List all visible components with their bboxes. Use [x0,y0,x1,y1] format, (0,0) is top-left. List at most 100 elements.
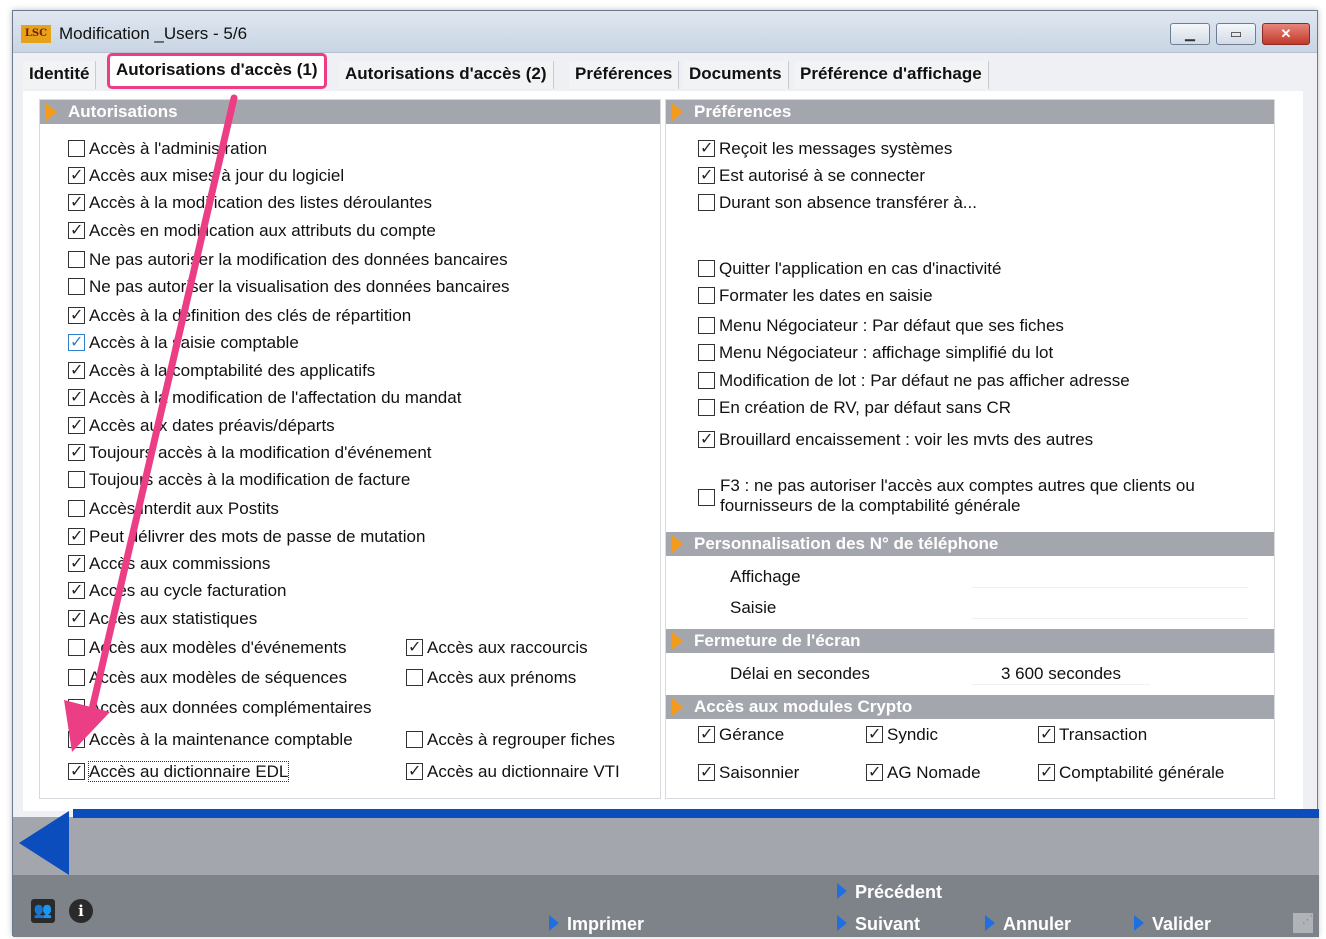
checkbox-acces-a-la-modification-de-l-affectation[interactable]: Accès à la modification de l'affectation… [68,386,461,409]
checkbox-acces-au-cycle-facturation[interactable]: Accès au cycle facturation [68,579,286,602]
checkbox-checked-icon[interactable] [698,164,715,186]
checkbox-unchecked-icon[interactable] [698,317,715,334]
minimize-button[interactable]: ▁ [1170,23,1210,45]
maximize-button[interactable]: ▭ [1216,23,1256,45]
checkbox-comptabilite-generale[interactable]: Comptabilité générale [1038,761,1224,784]
users-icon[interactable]: 👥 [31,899,55,923]
tab-documents[interactable]: Documents [683,61,789,89]
checkbox-toujours-acces-a-la-modification-de-fact[interactable]: Toujours accès à la modification de fact… [68,469,410,491]
checkbox-checked-icon[interactable] [866,761,883,783]
checkbox-saisonnier[interactable]: Saisonnier [698,761,799,784]
checkbox-checked-icon[interactable] [698,137,715,159]
checkbox-checked-icon[interactable] [866,723,883,745]
checkbox-unchecked-icon[interactable] [698,260,715,277]
checkbox-acces-a-la-modification-des-listes-derou[interactable]: Accès à la modification des listes dérou… [68,191,432,214]
checkbox-checked-icon[interactable] [68,607,85,629]
checkbox-checked-icon[interactable] [698,761,715,783]
checkbox-acces-aux-mises-a-jour-du-logiciel[interactable]: Accès aux mises à jour du logiciel [68,164,344,187]
checkbox-transaction[interactable]: Transaction [1038,723,1147,746]
checkbox-checked-icon[interactable] [68,164,85,186]
checkbox-checked-icon[interactable] [698,723,715,745]
resize-grip-icon[interactable]: ⋰ [1293,913,1313,933]
checkbox-acces-en-modification-aux-attributs-du-c[interactable]: Accès en modification aux attributs du c… [68,219,436,242]
checkbox-unchecked-icon[interactable] [68,669,85,686]
checkbox-checked-icon[interactable] [406,760,423,782]
checkbox-unchecked-icon[interactable] [68,140,85,157]
affichage-field[interactable] [972,566,1248,588]
checkbox-acces-aux-dates-preavis-departs[interactable]: Accès aux dates préavis/départs [68,414,335,437]
checkbox-brouillard-encaissement-voir-les-mvts-de[interactable]: Brouillard encaissement : voir les mvts … [698,428,1093,451]
checkbox-acces-aux-commissions[interactable]: Accès aux commissions [68,552,270,575]
checkbox-checked-icon[interactable] [68,331,85,353]
checkbox-ag-nomade[interactable]: AG Nomade [866,761,981,784]
checkbox-unchecked-icon[interactable] [68,278,85,295]
checkbox-ne-pas-autoriser-la-visualisation-des-do[interactable]: Ne pas autoriser la visualisation des do… [68,276,510,298]
checkbox-unchecked-icon[interactable] [68,639,85,656]
checkbox-acces-aux-modeles-d-evenements[interactable]: Accès aux modèles d'événements [68,637,346,659]
checkbox-toujours-acces-a-la-modification-d-evene[interactable]: Toujours accès à la modification d'événe… [68,441,432,464]
checkbox-acces-interdit-aux-postits[interactable]: Accès interdit aux Postits [68,498,279,520]
checkbox-unchecked-icon[interactable] [698,372,715,389]
checkbox-peut-delivrer-des-mots-de-passe-de-mutat[interactable]: Peut délivrer des mots de passe de mutat… [68,525,425,548]
checkbox-unchecked-icon[interactable] [698,399,715,416]
checkbox-quitter-l-application-en-cas-d-inactivit[interactable]: Quitter l'application en cas d'inactivit… [698,258,1001,280]
tab-preferences[interactable]: Préférences [569,61,680,89]
checkbox-acces-a-la-maintenance-comptable[interactable]: Accès à la maintenance comptable [68,729,353,751]
checkbox-acces-a-regrouper-fiches[interactable]: Accès à regrouper fiches [406,729,615,751]
checkbox-acces-au-dictionnaire-vti[interactable]: Accès au dictionnaire VTI [406,760,620,783]
checkbox-checked-icon[interactable] [698,428,715,450]
checkbox-checked-icon[interactable] [1038,723,1055,745]
checkbox[interactable] [698,489,715,506]
close-button[interactable]: ✕ [1262,23,1310,45]
checkbox-formater-les-dates-en-saisie[interactable]: Formater les dates en saisie [698,285,933,307]
checkbox-unchecked-icon[interactable] [68,500,85,517]
saisie-field[interactable] [972,597,1248,619]
checkbox-checked-icon[interactable] [68,219,85,241]
checkbox-gerance[interactable]: Gérance [698,723,784,746]
precedent-button[interactable]: Précédent [837,881,942,903]
checkbox-unchecked-icon[interactable] [406,669,423,686]
checkbox-menu-negociateur-affichage-simplifie-du-[interactable]: Menu Négociateur : affichage simplifié d… [698,342,1053,364]
checkbox-checked-icon[interactable] [68,441,85,463]
checkbox-modification-de-lot-par-defaut-ne-pas-af[interactable]: Modification de lot : Par défaut ne pas … [698,370,1130,392]
valider-button[interactable]: Valider [1134,913,1211,935]
checkbox-checked-icon[interactable] [68,191,85,213]
checkbox-acces-aux-raccourcis[interactable]: Accès aux raccourcis [406,636,588,659]
checkbox-acces-a-l-administration[interactable]: Accès à l'administration [68,138,267,160]
tab-identite[interactable]: Identité [23,61,97,89]
checkbox-en-creation-de-rv-par-defaut-sans-cr[interactable]: En création de RV, par défaut sans CR [698,397,1011,419]
checkbox-checked-icon[interactable] [1038,761,1055,783]
checkbox-checked-icon[interactable] [68,525,85,547]
checkbox-acces-a-la-comptabilite-des-applicatifs[interactable]: Accès à la comptabilité des applicatifs [68,359,375,382]
checkbox-acces-aux-modeles-de-sequences[interactable]: Accès aux modèles de séquences [68,667,347,689]
checkbox-unchecked-icon[interactable] [698,287,715,304]
annuler-button[interactable]: Annuler [985,913,1071,935]
checkbox-checked-icon[interactable] [68,386,85,408]
checkbox-checked-icon[interactable] [68,304,85,326]
imprimer-button[interactable]: Imprimer [549,913,644,935]
checkbox-checked-icon[interactable] [68,552,85,574]
checkbox-durant-son-absence-transferer-a[interactable]: Durant son absence transférer à... [698,192,977,214]
checkbox-unchecked-icon[interactable] [68,731,85,748]
checkbox-est-autorise-a-se-connecter[interactable]: Est autorisé à se connecter [698,164,925,187]
checkbox-acces-a-la-definition-des-cles-de-repart[interactable]: Accès à la définition des clés de répart… [68,304,411,327]
delai-field[interactable]: 3 600 secondes [972,663,1150,685]
checkbox-checked-icon[interactable] [68,760,85,782]
info-icon[interactable]: i [69,899,93,923]
checkbox-unchecked-icon[interactable] [406,731,423,748]
checkbox-menu-negociateur-par-defaut-que-ses-fich[interactable]: Menu Négociateur : Par défaut que ses fi… [698,315,1064,337]
checkbox-acces-aux-prenoms[interactable]: Accès aux prénoms [406,667,576,689]
checkbox-unchecked-icon[interactable] [68,471,85,488]
checkbox-checked-icon[interactable] [406,636,423,658]
tab-preference-affichage[interactable]: Préférence d'affichage [794,61,989,89]
checkbox-checked-icon[interactable] [68,414,85,436]
suivant-button[interactable]: Suivant [837,913,920,935]
checkbox-unchecked-icon[interactable] [698,194,715,211]
checkbox-ne-pas-autoriser-la-modification-des-don[interactable]: Ne pas autoriser la modification des don… [68,249,508,271]
tab-autorisations-2[interactable]: Autorisations d'accès (2) [339,61,554,89]
checkbox-syndic[interactable]: Syndic [866,723,938,746]
checkbox-acces-aux-donnees-complementaires[interactable]: Accès aux données complémentaires [68,697,372,719]
checkbox-unchecked-icon[interactable] [68,699,85,716]
checkbox-checked-icon[interactable] [68,359,85,381]
checkbox-acces-aux-statistiques[interactable]: Accès aux statistiques [68,607,257,630]
